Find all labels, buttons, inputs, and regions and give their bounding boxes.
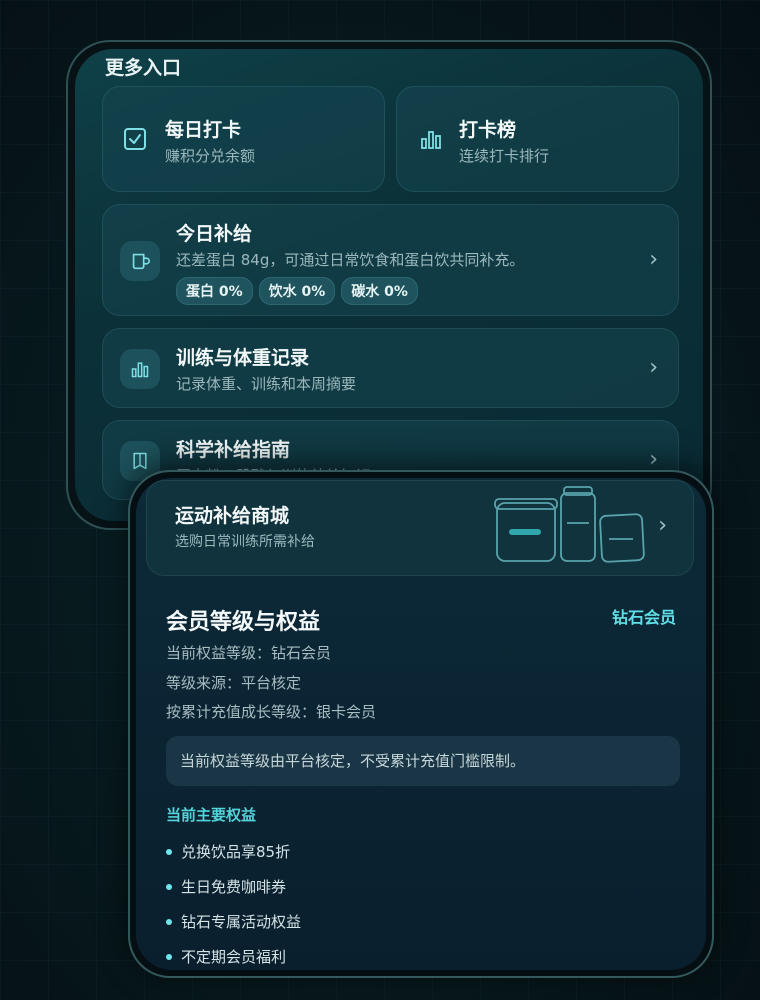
sports-supply-shop-card[interactable]: 运动补给商城 选购日常训练所需补给 ›	[146, 480, 694, 576]
shop-title: 运动补给商城	[175, 505, 290, 527]
cup-icon	[120, 241, 160, 281]
membership-level-badge: 钻石会员	[611, 608, 676, 627]
benefit-text: 钻石专属活动权益	[181, 913, 302, 931]
shop-subtitle: 选购日常训练所需补给	[175, 534, 315, 550]
front-tablet-frame: 运动补给商城 选购日常训练所需补给 › 会员等级与权益 钻石会员 当前权益等级：…	[128, 470, 714, 978]
supplement-jars-illustration	[493, 483, 649, 571]
leaderboard-title: 打卡榜	[459, 119, 517, 141]
benefit-text: 兑换饮品享85折	[181, 843, 291, 861]
bar-chart-icon	[419, 127, 443, 155]
daily-checkin-card[interactable]: 每日打卡 赚积分兑余额	[102, 86, 385, 192]
bullet-icon	[166, 953, 172, 960]
chevron-right-icon: ›	[649, 447, 658, 472]
bullet-icon	[166, 848, 172, 855]
membership-title: 会员等级与权益	[166, 610, 321, 635]
water-pill: 饮水 0%	[258, 277, 336, 305]
section-title: 更多入口	[105, 57, 182, 79]
training-title: 训练与体重记录	[176, 347, 310, 369]
checkin-title: 每日打卡	[165, 119, 242, 141]
carb-pill: 碳水 0%	[341, 277, 418, 305]
supply-subtitle: 还差蛋白 84g，可通过日常饮食和蛋白饮共同补充。	[176, 251, 525, 269]
protein-pill: 蛋白 0%	[176, 277, 253, 305]
back-tablet-frame: 更多入口 每日打卡 赚积分兑余额 打卡榜 连续打卡排行 今日补给 还差蛋白 84…	[66, 40, 712, 530]
guide-title: 科学补给指南	[176, 439, 291, 461]
training-weight-card[interactable]: 训练与体重记录 记录体重、训练和本周摘要 ›	[102, 328, 679, 408]
growth-level-line: 按累计充值成长等级：银卡会员	[166, 703, 377, 721]
benefits-heading: 当前主要权益	[166, 806, 257, 824]
checkin-subtitle: 赚积分兑余额	[165, 147, 256, 165]
bullet-icon	[166, 883, 172, 890]
bullet-icon	[166, 918, 172, 925]
level-notice: 当前权益等级由平台核定，不受累计充值门槛限制。	[166, 736, 680, 786]
today-supply-card[interactable]: 今日补给 还差蛋白 84g，可通过日常饮食和蛋白饮共同补充。 蛋白 0% 饮水 0…	[102, 204, 679, 316]
list-item: 钻石专属活动权益	[166, 904, 301, 939]
chevron-right-icon: ›	[649, 247, 658, 272]
more-entries-screen: 更多入口 每日打卡 赚积分兑余额 打卡榜 连续打卡排行 今日补给 还差蛋白 84…	[75, 49, 703, 521]
bar-chart-icon	[120, 349, 160, 389]
benefit-text: 不定期会员福利	[181, 948, 287, 966]
list-item: 兑换饮品享85折	[166, 834, 301, 869]
nutrition-pills: 蛋白 0% 饮水 0% 碳水 0%	[176, 277, 424, 305]
training-subtitle: 记录体重、训练和本周摘要	[176, 375, 357, 393]
membership-screen: 运动补给商城 选购日常训练所需补给 › 会员等级与权益 钻石会员 当前权益等级：…	[136, 478, 706, 970]
checkbox-icon	[123, 127, 147, 155]
leaderboard-subtitle: 连续打卡排行	[459, 147, 550, 165]
benefits-list: 兑换饮品享85折 生日免费咖啡券 钻石专属活动权益 不定期会员福利	[166, 834, 301, 970]
chevron-right-icon: ›	[658, 513, 667, 538]
chevron-right-icon: ›	[649, 355, 658, 380]
level-source-line: 等级来源：平台核定	[166, 674, 302, 692]
checkin-leaderboard-card[interactable]: 打卡榜 连续打卡排行	[396, 86, 679, 192]
current-level-line: 当前权益等级：钻石会员	[166, 644, 332, 662]
benefit-text: 生日免费咖啡券	[181, 878, 287, 896]
list-item: 生日免费咖啡券	[166, 869, 301, 904]
list-item: 不定期会员福利	[166, 939, 301, 970]
supply-title: 今日补给	[176, 223, 253, 245]
